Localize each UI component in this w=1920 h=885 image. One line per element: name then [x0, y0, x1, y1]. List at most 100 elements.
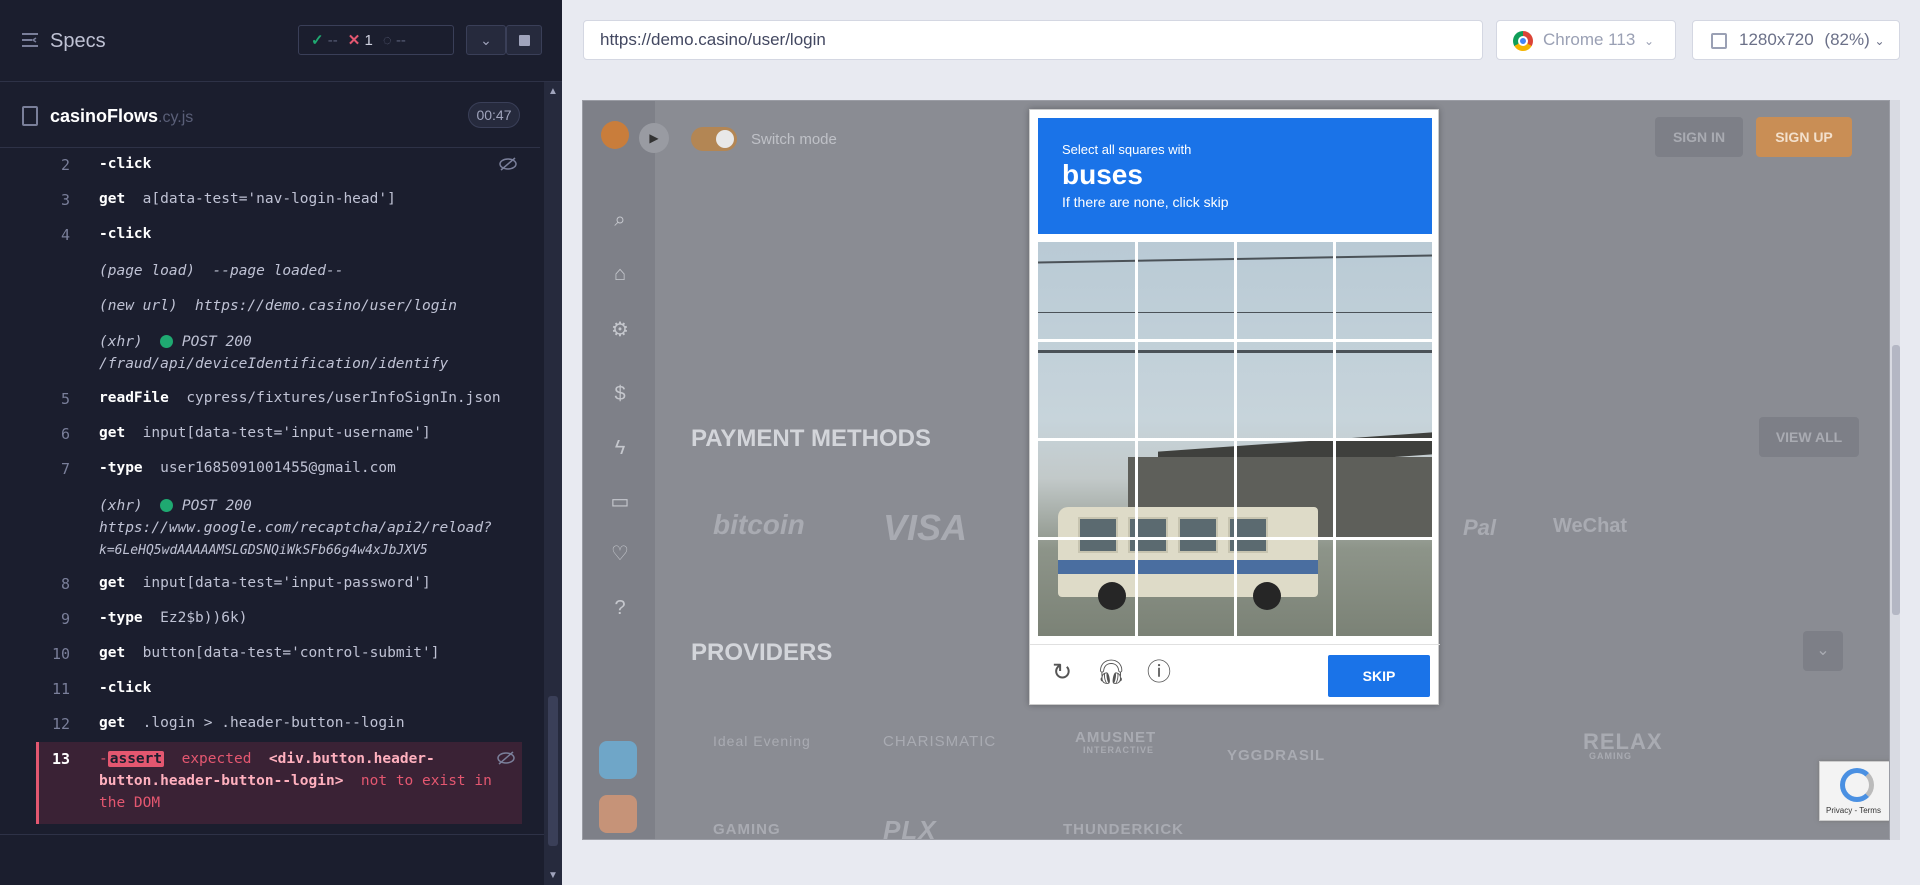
- scroll-up-icon[interactable]: ▲: [548, 86, 558, 97]
- dollar-icon[interactable]: $: [609, 383, 631, 405]
- headphones-icon[interactable]: 🎧︎: [1096, 659, 1126, 687]
- lightning-icon[interactable]: ϟ: [609, 437, 631, 459]
- bank-icon[interactable]: ⌂: [609, 263, 631, 285]
- visa-logo: VISA: [883, 507, 968, 548]
- command-name: -click: [99, 226, 152, 242]
- viewport-zoom: (82%): [1824, 30, 1870, 49]
- skip-button[interactable]: SKIP: [1328, 655, 1430, 697]
- command-arg: a[data-test='nav-login-head']: [142, 191, 396, 207]
- telegram-icon[interactable]: [599, 741, 637, 779]
- command-name-text: get: [99, 575, 126, 591]
- command-name: -click: [99, 680, 152, 696]
- app-under-test-frame: ⌕ ⌂ ⚙ $ ϟ ▭ ♡ ? ▶ Switch mode SIGN IN SI…: [582, 100, 1890, 840]
- passed-count: --: [327, 32, 338, 49]
- stop-icon: [519, 35, 530, 46]
- switch-mode-label: Switch mode: [751, 131, 837, 148]
- command-arg: Ez2$b))6k): [160, 610, 248, 626]
- sign-up-button[interactable]: SIGN UP: [1756, 117, 1852, 157]
- scrollbar-thumb[interactable]: [548, 696, 558, 846]
- promo-icon[interactable]: [599, 795, 637, 833]
- assertion-message: - assert expected <div.button.header- but…: [99, 748, 499, 814]
- grid-divider: [1038, 438, 1432, 441]
- theme-toggle[interactable]: [691, 127, 737, 151]
- command-number: 12: [51, 715, 70, 733]
- captcha-footer: ↻ 🎧︎ ⓘ SKIP: [1030, 644, 1440, 706]
- recaptcha-terms[interactable]: Privacy - Terms: [1826, 806, 1881, 815]
- specs-menu-icon[interactable]: [20, 30, 40, 50]
- providers-expand-button[interactable]: ⌄: [1803, 631, 1843, 671]
- page-load-event: (page load) --page loaded--: [99, 260, 343, 282]
- provider-logo: Ideal Evening: [713, 733, 811, 749]
- sign-in-button[interactable]: SIGN IN: [1655, 117, 1743, 157]
- play-icon[interactable]: ▶: [639, 123, 669, 153]
- captcha-header: Select all squares with buses If there a…: [1038, 118, 1432, 234]
- app-scrollbar-thumb[interactable]: [1892, 345, 1900, 615]
- recaptcha-challenge: Select all squares with buses If there a…: [1029, 109, 1440, 706]
- spec-file-header: casinoFlows.cy.js 00:47: [0, 96, 540, 148]
- viewport-size: 1280x720: [1739, 30, 1814, 49]
- new-url-event: (new url) https://demo.casino/user/login: [99, 295, 457, 317]
- command-number: 7: [60, 460, 70, 478]
- gear-icon[interactable]: ⚙: [609, 319, 631, 341]
- command-number: 3: [60, 191, 70, 209]
- duration-badge: 00:47: [468, 102, 520, 128]
- eye-slash-icon[interactable]: [498, 156, 518, 172]
- search-icon[interactable]: ⌕: [609, 209, 631, 231]
- eye-slash-icon[interactable]: [496, 750, 516, 766]
- bus-wheel: [1253, 582, 1281, 610]
- wechat-logo: WeChat: [1553, 515, 1628, 537]
- app-preview-panel: https://demo.casino/user/login Chrome 11…: [562, 0, 1920, 885]
- pending-icon: ◌: [382, 31, 392, 49]
- bus-window: [1178, 517, 1218, 553]
- recaptcha-badge[interactable]: Privacy - Terms: [1819, 761, 1889, 821]
- runner-header: Specs ✓ -- ✕ 1 ◌ -- ⌄: [0, 0, 562, 82]
- bus-wheel: [1098, 582, 1126, 610]
- stop-button[interactable]: [506, 25, 542, 55]
- viewport-size-selector[interactable]: 1280x720 (82%) ⌄: [1692, 20, 1900, 60]
- browser-selector[interactable]: Chrome 113 ⌄: [1496, 20, 1676, 60]
- file-name-text: casinoFlows: [50, 106, 159, 126]
- scroll-down-icon[interactable]: ▼: [548, 870, 558, 881]
- command-name-text: get: [99, 191, 126, 207]
- command-number: 9: [60, 610, 70, 628]
- event-type: (page load): [99, 263, 196, 279]
- chevron-down-button[interactable]: ⌄: [466, 25, 506, 55]
- chat-icon[interactable]: ▭: [609, 491, 631, 513]
- divider: [0, 834, 544, 835]
- command-name-text: -type: [99, 610, 143, 626]
- assert-tail-cont: the DOM: [99, 795, 161, 811]
- command-number: 6: [60, 425, 70, 443]
- event-url: https://www.google.com/recaptcha/api2/re…: [99, 520, 492, 536]
- heart-icon[interactable]: ♡: [609, 543, 631, 565]
- command-name: get button[data-test='control-submit']: [99, 645, 439, 661]
- command-number: 13: [51, 750, 70, 768]
- providers-title: PROVIDERS: [691, 639, 833, 666]
- command-number: 11: [51, 680, 70, 698]
- chevron-down-icon: ⌄: [1644, 34, 1655, 48]
- provider-logo-sub: GAMING: [1589, 751, 1632, 761]
- provider-logo: AMUSNET: [1075, 729, 1157, 746]
- command-arg: .login > .header-button--login: [142, 715, 405, 731]
- command-arg: user1685091001455@gmail.com: [160, 460, 396, 476]
- provider-logo: GAMING: [713, 821, 781, 838]
- command-name-text: readFile: [99, 390, 169, 406]
- command-name-text: get: [99, 645, 126, 661]
- reload-icon[interactable]: ↻: [1048, 659, 1076, 687]
- ruler-icon: [1711, 33, 1727, 49]
- assert-subject: <div.button.header-: [268, 751, 435, 767]
- captcha-image-grid[interactable]: [1038, 242, 1432, 636]
- help-icon[interactable]: ?: [609, 597, 631, 619]
- command-name: get input[data-test='input-password']: [99, 575, 431, 591]
- view-all-button[interactable]: VIEW ALL: [1759, 417, 1859, 457]
- event-type: (xhr): [99, 498, 143, 514]
- info-icon[interactable]: ⓘ: [1145, 659, 1173, 687]
- assert-expected: expected: [181, 751, 252, 767]
- provider-logo: YGGDRASIL: [1227, 747, 1326, 764]
- assert-tail: not to exist in: [360, 773, 492, 789]
- command-number: 2: [60, 156, 70, 174]
- failed-assertion-row[interactable]: 13 - assert expected <div.button.header- …: [36, 742, 522, 824]
- command-log-scrollbar[interactable]: ▲ ▼: [544, 82, 562, 885]
- url-bar[interactable]: https://demo.casino/user/login: [583, 20, 1483, 60]
- specs-label[interactable]: Specs: [50, 30, 106, 53]
- assert-subject-cont: button.header-button--login>: [99, 773, 344, 789]
